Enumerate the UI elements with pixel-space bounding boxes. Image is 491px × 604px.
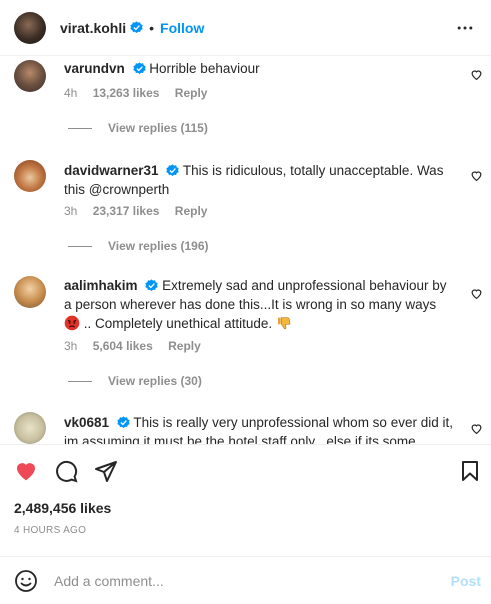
- view-replies-button[interactable]: View replies (196): [68, 239, 209, 253]
- follow-button[interactable]: Follow: [160, 20, 204, 36]
- emoji-icon[interactable]: [14, 569, 38, 593]
- author-username[interactable]: virat.kohli: [60, 20, 126, 36]
- post-action-bar: [0, 444, 491, 494]
- comment-time: 4h: [64, 86, 78, 100]
- reply-button[interactable]: Reply: [175, 86, 208, 100]
- comment-like-icon[interactable]: [470, 68, 483, 81]
- verified-badge-icon: [117, 416, 130, 429]
- verified-badge-icon: [145, 279, 158, 292]
- view-replies-button[interactable]: View replies (30): [68, 374, 202, 388]
- bookmark-icon[interactable]: [458, 459, 482, 483]
- post-comment-button[interactable]: Post: [451, 573, 481, 589]
- add-comment-bar: Post: [0, 556, 491, 604]
- comment-likes[interactable]: 13,263 likes: [93, 86, 160, 100]
- comment-like-icon[interactable]: [470, 287, 483, 300]
- commenter-username[interactable]: aalimhakim: [64, 278, 138, 293]
- comments-list[interactable]: varundvn Horrible behaviour 4h 13,263 li…: [0, 56, 491, 444]
- reply-button[interactable]: Reply: [175, 204, 208, 218]
- post-timestamp[interactable]: 4 HOURS AGO: [14, 525, 86, 536]
- heart-filled-icon[interactable]: [14, 459, 38, 483]
- commenter-avatar[interactable]: [14, 276, 46, 308]
- comment-text-block: varundvn Horrible behaviour: [64, 59, 454, 78]
- view-replies-label: View replies (30): [108, 374, 202, 388]
- commenter-username[interactable]: varundvn: [64, 61, 125, 76]
- verified-badge-icon: [130, 21, 143, 34]
- comment-time: 3h: [64, 204, 78, 218]
- comment-text-block: davidwarner31 This is ridiculous, totall…: [64, 161, 454, 199]
- view-replies-button[interactable]: View replies (115): [68, 121, 208, 135]
- separator-dot: •: [149, 19, 155, 36]
- divider-line: [68, 380, 92, 382]
- comment-text-block: vk0681 This is really very unprofessiona…: [64, 413, 454, 444]
- author-avatar[interactable]: [14, 11, 46, 44]
- comment-meta: 3h 23,317 likes Reply: [64, 204, 219, 218]
- commenter-username[interactable]: davidwarner31: [64, 163, 159, 178]
- comment-time: 3h: [64, 339, 78, 353]
- comment-meta: 4h 13,263 likes Reply: [64, 86, 219, 100]
- commenter-avatar[interactable]: [14, 160, 46, 192]
- comment-like-icon[interactable]: [470, 169, 483, 182]
- divider-line: [68, 127, 92, 129]
- comment-text: Horrible behaviour: [149, 61, 260, 76]
- comment-text-block: aalimhakim Extremely sad and unprofessio…: [64, 276, 454, 333]
- commenter-avatar[interactable]: [14, 60, 46, 92]
- view-replies-label: View replies (115): [108, 121, 208, 135]
- commenter-avatar[interactable]: [14, 412, 46, 444]
- more-options-icon[interactable]: [455, 18, 475, 38]
- commenter-username[interactable]: vk0681: [64, 415, 109, 430]
- comment-icon[interactable]: [54, 459, 78, 483]
- comment-input[interactable]: [54, 569, 434, 593]
- post-header: virat.kohli • Follow: [0, 0, 491, 56]
- post-likes-count[interactable]: 2,489,456 likes: [14, 500, 111, 516]
- angry-face-icon: [64, 315, 80, 331]
- comment-likes[interactable]: 23,317 likes: [93, 204, 160, 218]
- view-replies-label: View replies (196): [108, 239, 209, 253]
- comment-likes[interactable]: 5,604 likes: [93, 339, 153, 353]
- thumbs-down-icon: [277, 317, 291, 330]
- verified-badge-icon: [166, 164, 179, 177]
- share-icon[interactable]: [94, 459, 118, 483]
- comment-meta: 3h 5,604 likes Reply: [64, 339, 213, 353]
- reply-button[interactable]: Reply: [168, 339, 201, 353]
- verified-badge-icon: [132, 62, 146, 75]
- comment-like-icon[interactable]: [470, 422, 483, 435]
- comment-text-tail: .. Completely unethical attitude.: [83, 316, 273, 331]
- divider-line: [68, 245, 92, 247]
